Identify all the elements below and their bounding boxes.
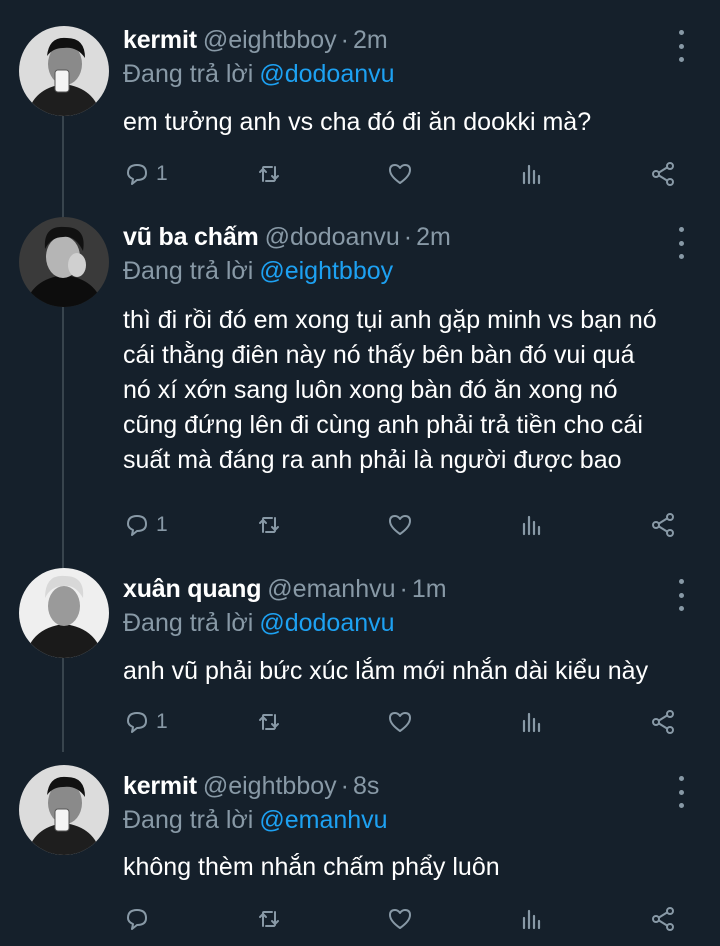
- replying-to: Đang trả lời @emanhvu: [123, 806, 388, 835]
- reply-button[interactable]: 1: [124, 510, 168, 540]
- tweet-text-line: cũng đứng lên đi cùng anh phải trả tiền …: [123, 411, 643, 439]
- like-button[interactable]: [387, 904, 413, 934]
- reply-icon: [127, 515, 147, 536]
- separator-dot: ·: [403, 223, 413, 251]
- timestamp[interactable]: 8s: [353, 772, 379, 800]
- more-options-icon[interactable]: [674, 227, 688, 259]
- timestamp[interactable]: 2m: [353, 26, 388, 54]
- reply-button[interactable]: 1: [124, 707, 168, 737]
- replying-label: Đang trả lời: [123, 257, 254, 285]
- replying-label: Đang trả lời: [123, 609, 254, 637]
- timestamp[interactable]: 1m: [412, 575, 447, 603]
- tweet-text: không thèm nhắn chấm phẩy luôn: [123, 850, 703, 885]
- action-bar: 1: [0, 707, 720, 737]
- mention-link[interactable]: @emanhvu: [259, 806, 387, 834]
- tweet-text-line: anh vũ phải bức xúc lắm mới nhắn dài kiể…: [123, 657, 649, 685]
- reply-button[interactable]: 1: [124, 159, 168, 189]
- replying-label: Đang trả lời: [123, 806, 254, 834]
- analytics-icon: [522, 164, 541, 185]
- replying-to: Đang trả lời @eightbboy: [123, 257, 393, 286]
- reply-count: 1: [156, 710, 168, 733]
- separator-dot: ·: [340, 26, 349, 54]
- tweet-text-line: thì đi rồi đó em xong tụi anh gặp minh v…: [123, 306, 657, 334]
- display-name[interactable]: xuân quang: [123, 575, 261, 603]
- display-name[interactable]: vũ ba chấm: [123, 223, 259, 251]
- more-options-icon[interactable]: [674, 30, 688, 62]
- reply-icon: [127, 909, 147, 930]
- avatar-kermit[interactable]: [19, 26, 109, 116]
- analytics-button[interactable]: [519, 510, 545, 540]
- retweet-icon: [259, 166, 279, 182]
- reply-icon: [127, 164, 147, 185]
- retweet-button[interactable]: [256, 510, 282, 540]
- retweet-icon: [259, 714, 279, 730]
- reply-icon: [127, 712, 147, 733]
- user-handle[interactable]: @eightbboy: [203, 26, 337, 54]
- separator-dot: ·: [399, 575, 408, 603]
- more-options-icon[interactable]: [674, 776, 688, 808]
- analytics-icon: [522, 909, 541, 930]
- replying-label: Đang trả lời: [123, 60, 254, 88]
- mention-link[interactable]: @eightbboy: [259, 257, 393, 285]
- tweet-text-line: em tưởng anh vs cha đó đi ăn dookki mà?: [123, 108, 592, 136]
- avatar-vu-ba-cham[interactable]: [19, 217, 109, 307]
- heart-icon: [389, 712, 411, 732]
- more-options-icon[interactable]: [674, 579, 688, 611]
- share-icon: [652, 162, 674, 186]
- retweet-icon: [259, 911, 279, 927]
- share-button[interactable]: [650, 510, 676, 540]
- action-bar: [0, 904, 720, 934]
- heart-icon: [389, 515, 411, 535]
- avatar-kermit[interactable]: [19, 765, 109, 855]
- display-name[interactable]: kermit: [123, 772, 197, 800]
- retweet-button[interactable]: [256, 707, 282, 737]
- analytics-button[interactable]: [519, 707, 545, 737]
- share-button[interactable]: [650, 159, 676, 189]
- retweet-icon: [259, 517, 279, 533]
- tweet-text: em tưởng anh vs cha đó đi ăn dookki mà?: [123, 105, 703, 140]
- reply-count: 1: [156, 513, 168, 536]
- heart-icon: [389, 909, 411, 929]
- share-icon: [652, 710, 674, 734]
- replying-to: Đang trả lời @dodoanvu: [123, 609, 395, 638]
- heart-icon: [389, 164, 411, 184]
- tweet-text: thì đi rồi đó em xong tụi anh gặp minh v…: [123, 303, 703, 478]
- user-handle[interactable]: @eightbboy: [203, 772, 337, 800]
- user-handle[interactable]: @emanhvu: [267, 575, 395, 603]
- reply-button[interactable]: [124, 904, 156, 934]
- user-handle[interactable]: @dodoanvu: [265, 223, 400, 251]
- reply-count: 1: [156, 162, 168, 185]
- like-button[interactable]: [387, 510, 413, 540]
- timestamp[interactable]: 2m: [416, 223, 451, 251]
- action-bar: 1: [0, 510, 720, 540]
- tweet-text-line: suất mà đáng ra anh phải là người được b…: [123, 446, 622, 474]
- retweet-button[interactable]: [256, 904, 282, 934]
- analytics-icon: [522, 515, 541, 536]
- analytics-button[interactable]: [519, 159, 545, 189]
- display-name[interactable]: kermit: [123, 26, 197, 54]
- tweet-text-line: nó xí xớn sang luôn xong bàn đó ăn xong …: [123, 376, 618, 404]
- share-icon: [652, 513, 674, 537]
- mention-link[interactable]: @dodoanvu: [259, 609, 394, 637]
- replying-to: Đang trả lời @dodoanvu: [123, 60, 395, 89]
- tweet-text-line: cái thằng điên này nó thấy bên bàn đó vu…: [123, 341, 635, 369]
- tweet-text-line: không thèm nhắn chấm phẩy luôn: [123, 853, 500, 881]
- analytics-icon: [522, 712, 541, 733]
- share-button[interactable]: [650, 904, 676, 934]
- analytics-button[interactable]: [519, 904, 545, 934]
- share-button[interactable]: [650, 707, 676, 737]
- like-button[interactable]: [387, 707, 413, 737]
- mention-link[interactable]: @dodoanvu: [259, 60, 394, 88]
- tweet-text: anh vũ phải bức xúc lắm mới nhắn dài kiể…: [123, 654, 703, 689]
- avatar-xuan-quang[interactable]: [19, 568, 109, 658]
- like-button[interactable]: [387, 159, 413, 189]
- retweet-button[interactable]: [256, 159, 282, 189]
- action-bar: 1: [0, 159, 720, 189]
- separator-dot: ·: [340, 772, 349, 800]
- share-icon: [652, 907, 674, 931]
